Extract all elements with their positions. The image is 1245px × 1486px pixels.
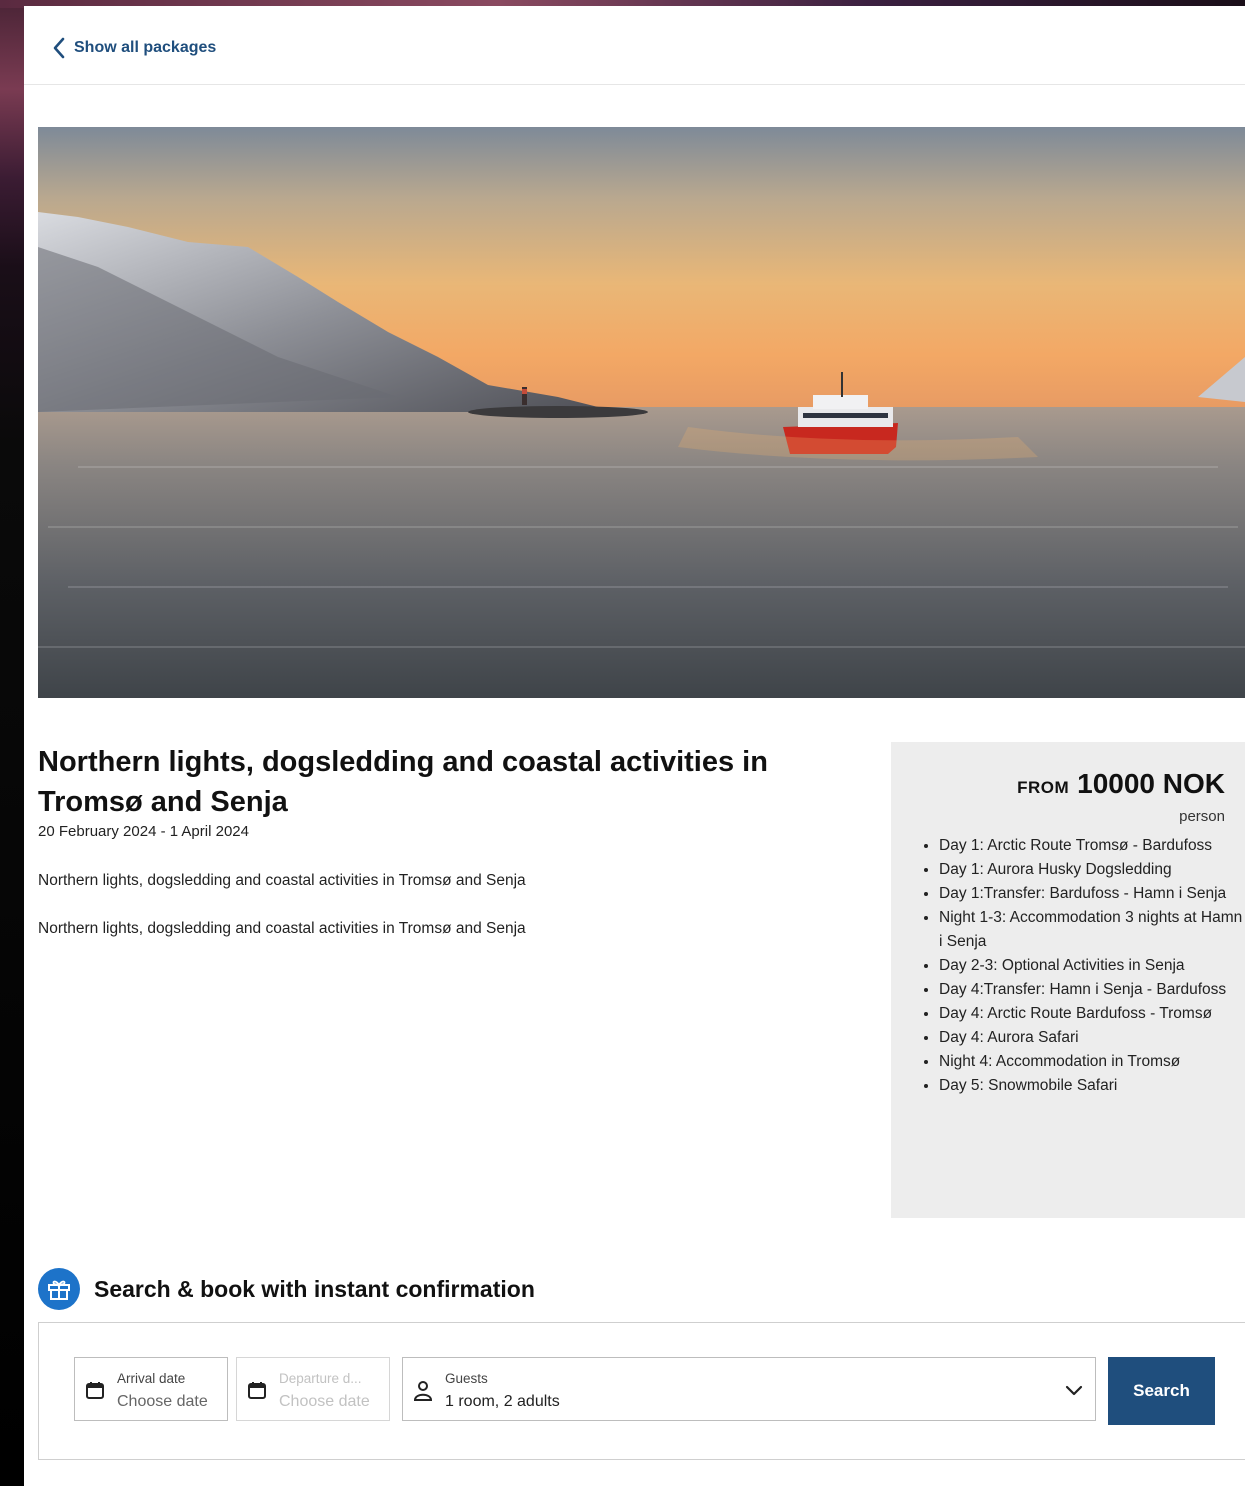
itinerary-item: Day 1: Aurora Husky Dogsledding bbox=[939, 858, 1243, 882]
person-icon bbox=[413, 1380, 433, 1407]
departure-date-label: Departure d... bbox=[279, 1371, 362, 1386]
arrival-date-field[interactable]: Arrival date Choose date bbox=[74, 1357, 228, 1421]
booking-header: Search & book with instant confirmation bbox=[38, 1268, 535, 1310]
departure-date-field[interactable]: Departure d... Choose date bbox=[236, 1357, 390, 1421]
package-detail-panel: Show all packages Northern lights, dogsl… bbox=[24, 6, 1245, 1486]
package-dates: 20 February 2024 - 1 April 2024 bbox=[38, 823, 249, 840]
itinerary-list: Day 1: Arctic Route Tromsø - Bardufoss D… bbox=[921, 834, 1243, 1098]
itinerary-item: Night 1-3: Accommodation 3 nights at Ham… bbox=[939, 906, 1243, 954]
itinerary-item: Day 5: Snowmobile Safari bbox=[939, 1074, 1243, 1098]
package-description: Northern lights, dogsledding and coastal… bbox=[38, 872, 526, 889]
itinerary-item: Day 1: Arctic Route Tromsø - Bardufoss bbox=[939, 834, 1243, 858]
arrival-date-value: Choose date bbox=[117, 1393, 208, 1410]
package-title: Northern lights, dogsledding and coastal… bbox=[38, 746, 768, 818]
price-per-unit: person bbox=[1179, 808, 1225, 825]
itinerary-item: Day 1:Transfer: Bardufoss - Hamn i Senja bbox=[939, 882, 1243, 906]
price-summary-box: FROM 10000 NOK person Day 1: Arctic Rout… bbox=[891, 742, 1245, 1218]
chevron-down-icon bbox=[1065, 1384, 1083, 1402]
price-from-label: FROM bbox=[1017, 778, 1070, 797]
back-link-label: Show all packages bbox=[74, 39, 217, 56]
search-button[interactable]: Search bbox=[1108, 1357, 1215, 1425]
price-amount: 10000 NOK bbox=[1077, 768, 1225, 799]
itinerary-item: Day 2-3: Optional Activities in Senja bbox=[939, 954, 1243, 978]
departure-date-value: Choose date bbox=[279, 1393, 370, 1410]
booking-search-card: Arrival date Choose date Departure d... … bbox=[38, 1322, 1245, 1460]
chevron-left-icon bbox=[52, 36, 66, 60]
background-photo-edge bbox=[0, 0, 24, 1486]
show-all-packages-link[interactable]: Show all packages bbox=[52, 36, 216, 60]
calendar-icon bbox=[85, 1380, 105, 1405]
top-bar: Show all packages bbox=[24, 6, 1245, 85]
booking-title: Search & book with instant confirmation bbox=[94, 1275, 535, 1302]
arrival-date-label: Arrival date bbox=[117, 1371, 186, 1386]
guests-select[interactable]: Guests 1 room, 2 adults bbox=[402, 1357, 1096, 1421]
itinerary-item: Day 4:Transfer: Hamn i Senja - Bardufoss bbox=[939, 978, 1243, 1002]
package-description-repeat: Northern lights, dogsledding and coastal… bbox=[38, 920, 526, 937]
hero-image bbox=[38, 127, 1245, 698]
guests-value: 1 room, 2 adults bbox=[445, 1393, 560, 1410]
itinerary-item: Day 4: Arctic Route Bardufoss - Tromsø bbox=[939, 1002, 1243, 1026]
price-line: FROM 10000 NOK bbox=[1017, 768, 1225, 800]
itinerary-item: Day 4: Aurora Safari bbox=[939, 1026, 1243, 1050]
gift-icon bbox=[38, 1268, 80, 1310]
calendar-icon bbox=[247, 1380, 267, 1405]
itinerary-item: Night 4: Accommodation in Tromsø bbox=[939, 1050, 1243, 1074]
guests-label: Guests bbox=[445, 1371, 488, 1386]
